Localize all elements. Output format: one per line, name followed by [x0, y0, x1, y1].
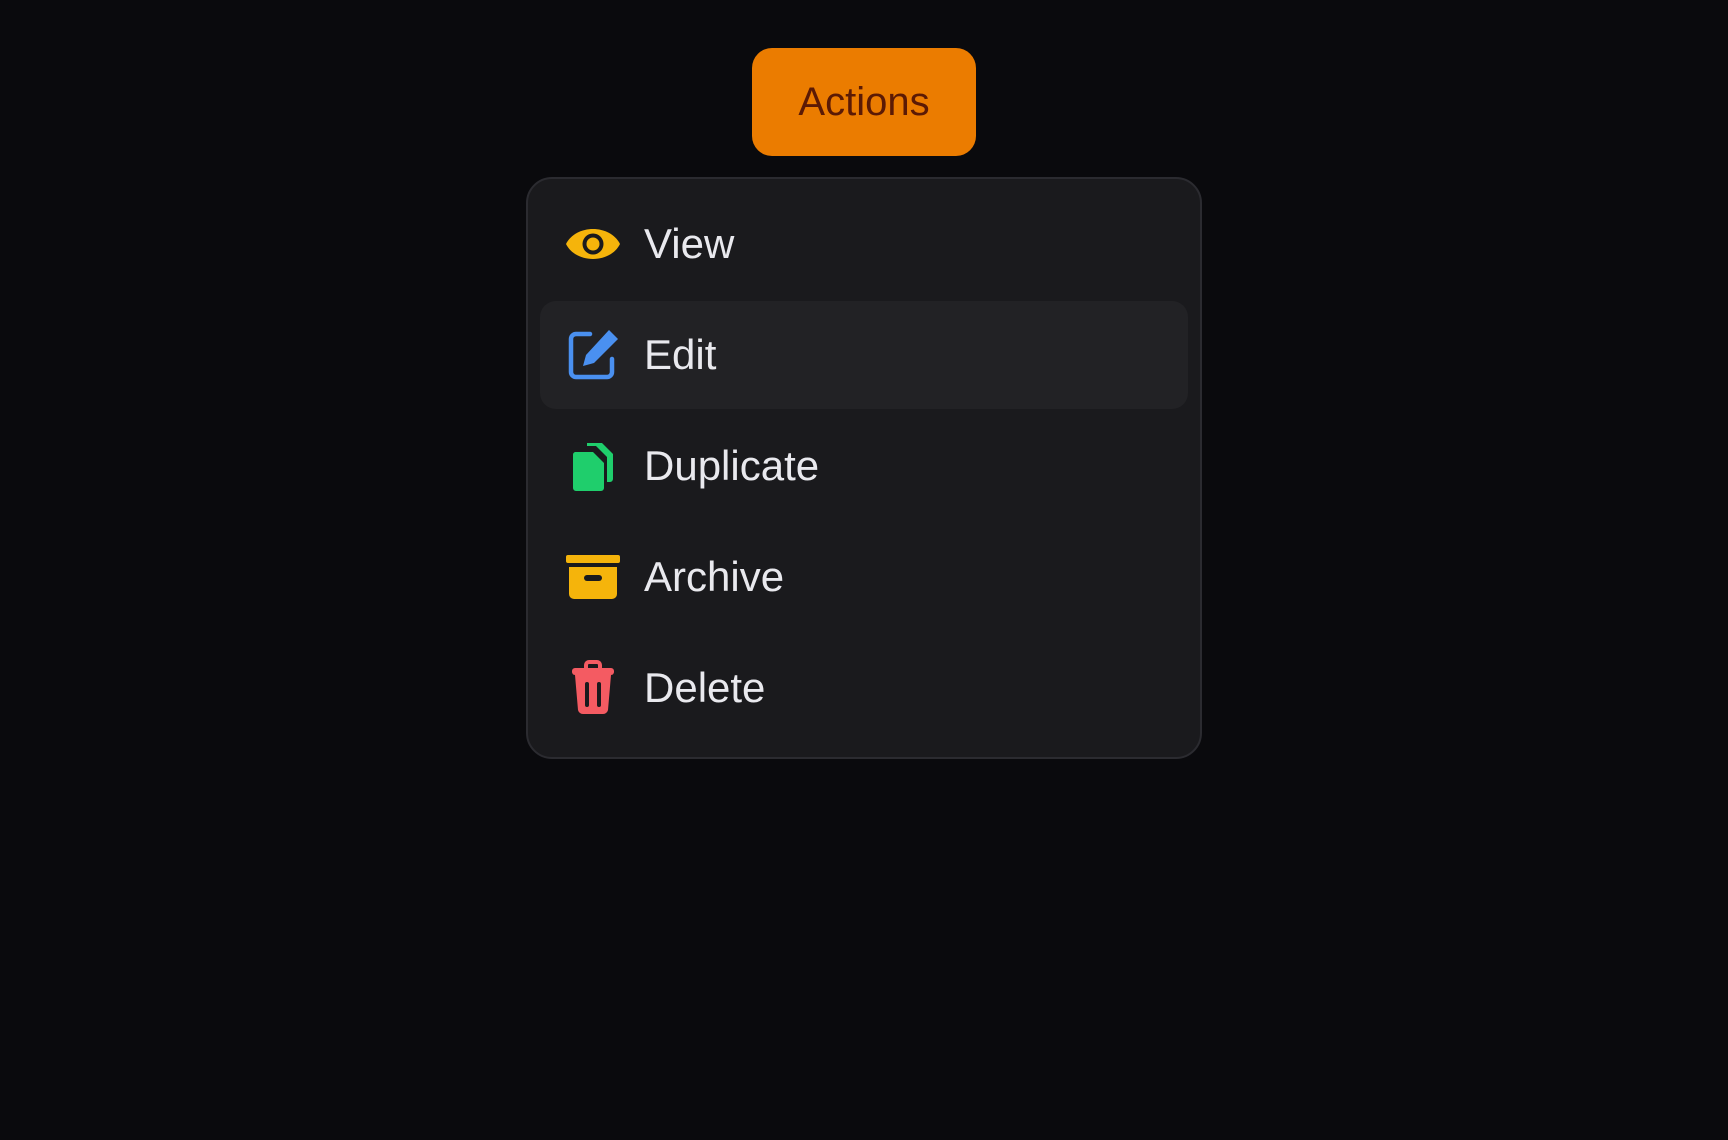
menu-item-label: Delete	[644, 664, 766, 711]
actions-menu: View Edit Duplicate Archive Delete	[526, 177, 1202, 759]
archive-icon	[562, 546, 624, 608]
actions-button-label: Actions	[798, 79, 930, 124]
menu-item-label: Duplicate	[644, 442, 820, 489]
menu-item-label: Edit	[644, 331, 717, 378]
menu-item-view[interactable]: View	[540, 190, 1188, 298]
menu-item-label: View	[644, 220, 735, 267]
eye-icon	[562, 213, 624, 275]
menu-item-edit[interactable]: Edit	[540, 301, 1188, 409]
menu-item-archive[interactable]: Archive	[540, 523, 1188, 631]
menu-item-label: Archive	[644, 553, 785, 600]
duplicate-icon	[562, 435, 624, 497]
trash-icon	[562, 657, 624, 719]
page: Actions View Edit Duplicate Archive Dele…	[0, 0, 1728, 1140]
actions-button[interactable]: Actions	[752, 48, 976, 156]
menu-item-delete[interactable]: Delete	[540, 634, 1188, 742]
edit-icon	[562, 324, 624, 386]
menu-item-duplicate[interactable]: Duplicate	[540, 412, 1188, 520]
